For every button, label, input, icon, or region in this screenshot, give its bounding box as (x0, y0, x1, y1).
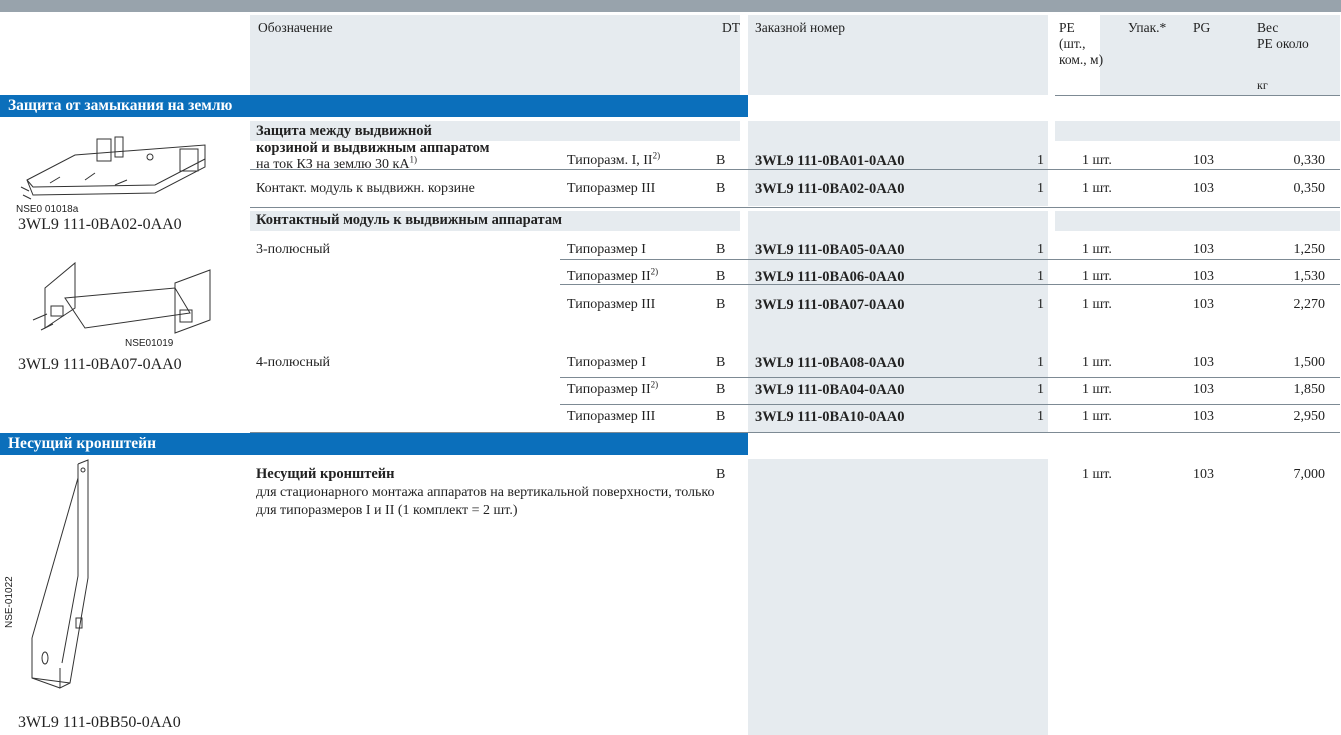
row-order-number: 3WL9 111-0BA05-0AA0 (755, 242, 905, 258)
image-caption: 3WL9 111-0BB50-0AA0 (18, 714, 181, 731)
row-dt: B (716, 181, 726, 196)
col-pg: PG (1193, 20, 1211, 35)
row-dt: B (716, 467, 726, 482)
row-size: Типоразмер I (567, 355, 646, 370)
section-title: Несущий кронштейн (0, 433, 748, 455)
row-pack: 1 шт. (1082, 382, 1112, 397)
col-pack: Упак.* (1128, 20, 1167, 35)
row-dt: B (716, 153, 726, 168)
row-size: Типоразмер I (567, 242, 646, 257)
row-pack: 1 шт. (1082, 153, 1112, 168)
shade-order (748, 459, 1048, 735)
row-size: Типоразмер II2) (567, 379, 659, 397)
row-separator (250, 207, 1340, 208)
row-size: Типоразмер III (567, 409, 656, 424)
support-bracket-drawing (31, 459, 89, 689)
row-pg: 103 (1193, 297, 1214, 312)
row-pe: 1 (1037, 269, 1044, 284)
image-label: NSE01019 (125, 338, 174, 349)
col-weight-unit: кг (1257, 78, 1268, 92)
row-weight: 1,850 (1293, 382, 1326, 397)
row-dt: B (716, 355, 726, 370)
header-divider (1055, 95, 1340, 96)
row-separator (560, 404, 1340, 405)
row-pe: 1 (1037, 242, 1044, 257)
section-title: Защита от замыкания на землю (0, 95, 748, 117)
group-subtitle: 4-полюсный (256, 355, 331, 370)
row-pg: 103 (1193, 242, 1214, 257)
group-note: Контакт. модуль к выдвижн. корзине (256, 181, 475, 196)
col-dt: DT (722, 20, 740, 35)
row-weight: 0,350 (1293, 181, 1326, 196)
col-designation: Обозначение (258, 20, 333, 35)
row-pack: 1 шт. (1082, 297, 1112, 312)
row-order-number: 3WL9 111-0BA07-0AA0 (755, 297, 905, 313)
group-title: Контактный модуль к выдвижным аппаратам (256, 212, 562, 228)
earth-fault-module-drawing (20, 136, 206, 200)
row-pg: 103 (1193, 153, 1214, 168)
row-weight: 7,000 (1293, 467, 1326, 482)
row-pe: 1 (1037, 153, 1044, 168)
row-pg: 103 (1193, 382, 1214, 397)
col-pe: PE (шт., ком., м) (1059, 20, 1104, 67)
row-separator (560, 259, 1340, 260)
group-description: для стационарного монтажа аппаратов на в… (256, 485, 715, 518)
group-subtitle: 3-полюсный (256, 242, 331, 257)
row-weight: 1,250 (1293, 242, 1326, 257)
image-caption: 3WL9 111-0BA07-0AA0 (18, 356, 182, 373)
contact-module-drawing (32, 261, 211, 334)
group-subtitle: на ток КЗ на землю 30 кА1) (256, 154, 417, 172)
group-title: Несущий кронштейн (256, 466, 395, 482)
col-weight: Вес PE около (1257, 20, 1309, 51)
row-separator (560, 284, 1340, 285)
row-pg: 103 (1193, 181, 1214, 196)
image-label: NSE-01022 (4, 576, 15, 628)
row-order-number: 3WL9 111-0BA08-0AA0 (755, 355, 905, 371)
row-weight: 1,530 (1293, 269, 1326, 284)
row-pe: 1 (1037, 382, 1044, 397)
group-title: Защита между выдвижной корзиной и выдвиж… (256, 123, 490, 156)
row-order-number: 3WL9 111-0BA10-0AA0 (755, 409, 905, 425)
shade-right (1055, 121, 1340, 141)
row-pe: 1 (1037, 181, 1044, 196)
row-pe: 1 (1037, 355, 1044, 370)
row-pe: 1 (1037, 409, 1044, 424)
row-pack: 1 шт. (1082, 181, 1112, 196)
row-dt: B (716, 269, 726, 284)
row-weight: 2,270 (1293, 297, 1326, 312)
row-order-number: 3WL9 111-0BA02-0AA0 (755, 181, 905, 197)
row-order-number: 3WL9 111-0BA01-0AA0 (755, 153, 905, 169)
row-dt: B (716, 409, 726, 424)
row-size: Типоразмер III (567, 181, 656, 196)
shade-right (1055, 211, 1340, 231)
row-pack: 1 шт. (1082, 269, 1112, 284)
row-pg: 103 (1193, 355, 1214, 370)
row-pg: 103 (1193, 409, 1214, 424)
row-dt: B (716, 382, 726, 397)
row-pg: 103 (1193, 467, 1214, 482)
row-pe: 1 (1037, 297, 1044, 312)
row-weight: 2,950 (1293, 409, 1326, 424)
row-dt: B (716, 242, 726, 257)
row-separator (560, 377, 1340, 378)
row-pack: 1 шт. (1082, 355, 1112, 370)
row-size: Типоразм. I, II2) (567, 150, 661, 168)
row-weight: 1,500 (1293, 355, 1326, 370)
row-dt: B (716, 297, 726, 312)
row-pg: 103 (1193, 269, 1214, 284)
row-weight: 0,330 (1293, 153, 1326, 168)
row-size: Типоразмер II2) (567, 266, 659, 284)
row-pack: 1 шт. (1082, 409, 1112, 424)
top-bar (0, 0, 1341, 12)
row-size: Типоразмер III (567, 297, 656, 312)
image-caption: 3WL9 111-0BA02-0AA0 (18, 216, 182, 233)
col-order-number: Заказной номер (755, 20, 846, 35)
row-pack: 1 шт. (1082, 467, 1112, 482)
image-label: NSE0 01018a (16, 204, 79, 215)
row-order-number: 3WL9 111-0BA06-0AA0 (755, 269, 905, 285)
row-pack: 1 шт. (1082, 242, 1112, 257)
row-order-number: 3WL9 111-0BA04-0AA0 (755, 382, 905, 398)
